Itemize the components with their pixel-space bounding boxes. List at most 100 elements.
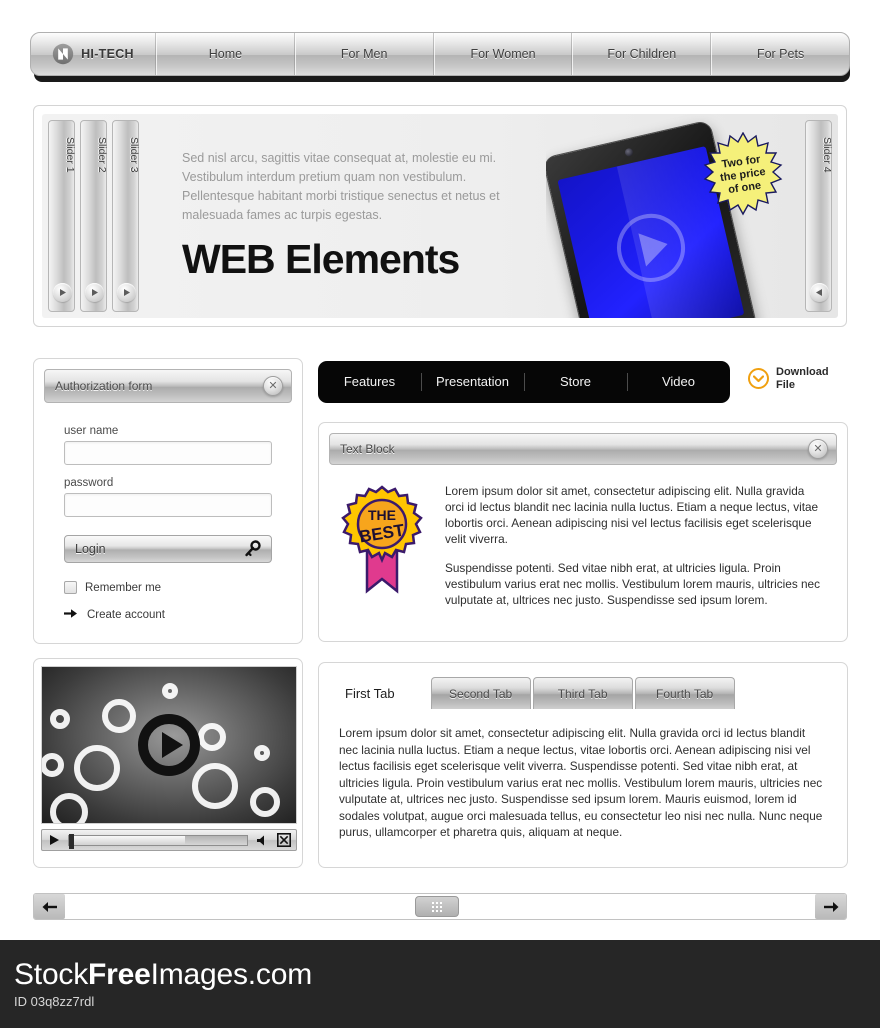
camera-icon [624,147,634,158]
text-block-header: Text Block ✕ [329,433,837,465]
slider-tab-1[interactable]: Slider 1 [48,120,76,312]
horizontal-scrollbar [33,893,847,920]
hero-title-bold: WEB [182,236,276,282]
auth-form-body: user name password Login Remember me Cre… [34,403,302,624]
slider-next-arrow-icon-2[interactable] [85,283,104,302]
footer-brand: StockFreeImages.com [14,958,880,992]
nav-bar: HI-TECH Home For Men For Women For Child… [30,32,850,76]
username-input[interactable] [64,441,272,465]
remember-me-checkbox[interactable] [64,581,77,594]
tabs-panel: First Tab Second Tab Third Tab Fourth Ta… [318,662,848,868]
footer-image-id: ID 03q8zz7rdl [14,994,95,1009]
remember-me-row[interactable]: Remember me [64,581,272,594]
grip-icon [432,901,442,912]
slider-prev-arrow-icon-4[interactable] [810,283,829,302]
brand-logo[interactable]: HI-TECH [31,33,156,75]
video-progress-knob[interactable] [69,833,74,849]
promo-badge-text: Two for the price of one [718,152,769,197]
download-line-2: File [776,378,795,391]
decor-circle [250,787,280,817]
nav-item-for-children[interactable]: For Children [572,33,712,75]
text-block-panel: Text Block ✕ THE BEST Lorem ipsum dolor … [318,422,848,642]
footer-brand-part2: Free [88,958,151,991]
video-progress-fill [69,835,185,845]
main-navigation: HI-TECH Home For Men For Women For Child… [30,32,850,82]
slider-tab-2[interactable]: Slider 2 [80,120,108,312]
slider-tab-3-label: Slider 3 [128,137,140,173]
promo-badge: Two for the price of one [700,132,786,218]
login-button[interactable]: Login [64,535,272,563]
hero-slider-stage: Slider 1 Slider 2 Slider 3 Slider 4 Sed … [42,114,838,318]
dark-tab-bar: Features Presentation Store Video [318,361,730,403]
footer-watermark: StockFreeImages.com ID 03q8zz7rdl [0,940,880,1028]
authorization-form-panel: Authorization form ✕ user name password … [33,358,303,644]
login-button-label: Login [75,542,106,556]
hitech-logo-icon [52,43,74,65]
video-player-panel [33,658,303,868]
hero-title: WEB Elements [182,236,460,283]
create-account-label: Create account [87,609,165,621]
tab-first[interactable]: First Tab [333,677,429,709]
scrollbar-thumb[interactable] [415,896,459,917]
download-file-button[interactable]: Download File [748,366,829,391]
slider-tab-4-label: Slider 4 [821,137,833,173]
download-file-label: Download File [776,366,829,391]
decor-circle [42,753,64,777]
close-icon[interactable]: ✕ [808,439,828,459]
arrow-right-icon [64,606,79,624]
password-input[interactable] [64,493,272,517]
password-label: password [64,477,114,489]
scroll-right-arrow-icon[interactable] [815,894,846,919]
slider-tab-2-label: Slider 2 [96,137,108,173]
auth-form-header: Authorization form ✕ [44,369,292,403]
video-progress-bar[interactable] [68,833,248,849]
play-icon[interactable] [46,833,63,848]
video-controls [41,829,297,851]
dark-tab-presentation[interactable]: Presentation [421,361,524,403]
decor-circle [198,723,226,751]
close-icon[interactable]: ✕ [263,376,283,396]
slider-tabs-left: Slider 1 Slider 2 Slider 3 [48,120,140,312]
tab-second[interactable]: Second Tab [430,677,531,709]
slider-tab-4[interactable]: Slider 4 [805,120,833,312]
volume-icon[interactable] [253,833,270,848]
hero-title-rest: Elements [274,236,460,282]
dark-tab-store[interactable]: Store [524,361,627,403]
auth-form-title: Authorization form [55,379,153,393]
decor-circle [162,683,178,699]
slider-tab-3[interactable]: Slider 3 [112,120,140,312]
slider-next-arrow-icon-3[interactable] [117,283,136,302]
decor-circle [192,763,238,809]
footer-brand-part1: Stock [14,958,89,991]
nav-item-for-men[interactable]: For Men [294,33,434,75]
fullscreen-icon[interactable] [275,833,292,848]
scroll-left-arrow-icon[interactable] [34,894,65,919]
tabs-content: Lorem ipsum dolor sit amet, consectetur … [339,726,823,839]
nav-item-for-pets[interactable]: For Pets [711,33,849,75]
key-icon [243,540,261,563]
decor-circle [50,793,88,823]
slider-next-arrow-icon-1[interactable] [53,283,72,302]
text-paragraph-1: Lorem ipsum dolor sit amet, consectetur … [445,484,819,546]
slider-tab-1-label: Slider 1 [64,137,76,173]
scrollbar-track[interactable] [65,894,815,919]
decor-circle [102,699,136,733]
text-paragraph-2: Suspendisse potenti. Sed vitae nibh erat… [445,561,821,607]
video-play-button[interactable] [138,714,200,776]
text-block-paragraphs: Lorem ipsum dolor sit amet, consectetur … [445,483,825,621]
dark-tab-features[interactable]: Features [318,361,421,403]
text-block-body: THE BEST Lorem ipsum dolor sit amet, con… [319,465,847,621]
create-account-link[interactable]: Create account [64,606,272,624]
username-label: user name [64,425,119,437]
dark-tab-video[interactable]: Video [627,361,730,403]
tab-third[interactable]: Third Tab [532,677,633,709]
nav-item-home[interactable]: Home [156,33,295,75]
tab-fourth[interactable]: Fourth Tab [634,677,735,709]
slider-tabs-right: Slider 4 [805,120,833,312]
hero-slider: Slider 1 Slider 2 Slider 3 Slider 4 Sed … [33,105,847,327]
nav-item-for-women[interactable]: For Women [433,33,573,75]
remember-me-label: Remember me [85,581,162,594]
video-screen[interactable] [41,666,297,824]
award-ribbon-icon: THE BEST [337,483,427,599]
text-block-title: Text Block [340,442,395,456]
